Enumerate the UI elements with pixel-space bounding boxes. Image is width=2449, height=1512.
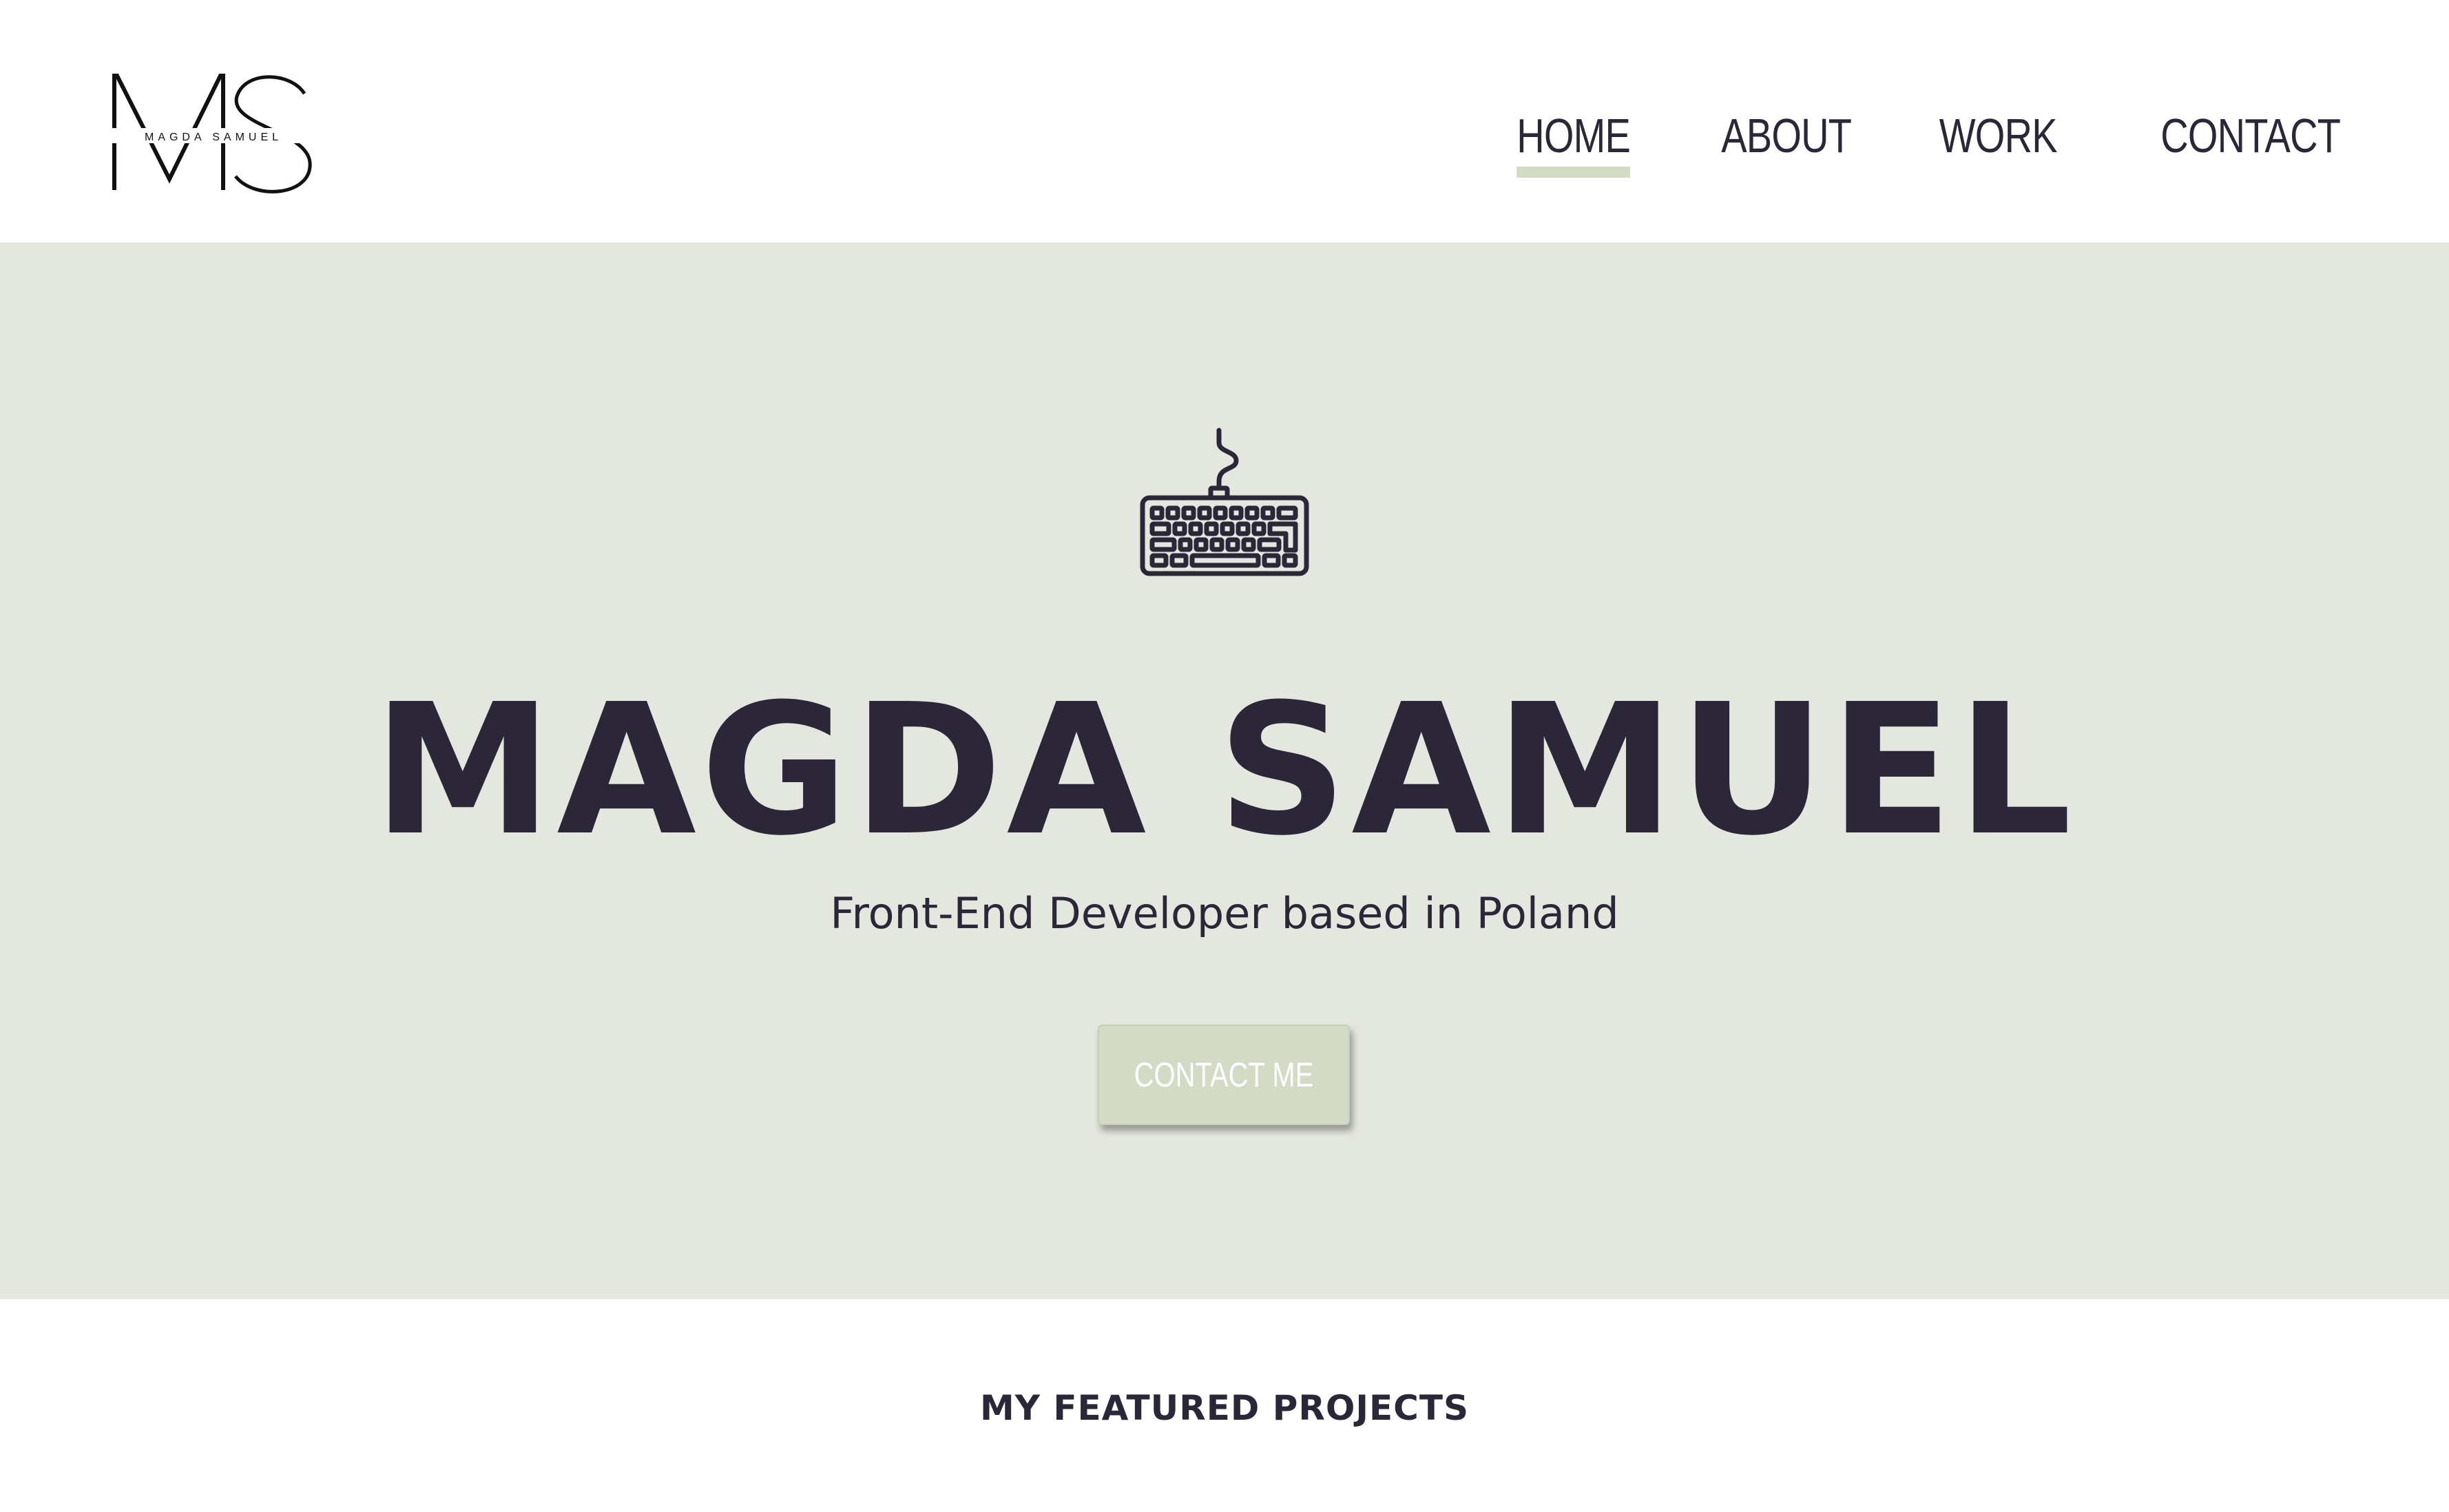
nav-home[interactable]: HOME <box>1517 103 1631 178</box>
logo-name: MAGDA SAMUEL <box>145 132 282 143</box>
hero-title: MAGDA SAMUEL <box>373 665 2076 875</box>
nav-work[interactable]: WORK <box>1939 103 2058 168</box>
contact-me-button[interactable]: CONTACT ME <box>1098 1025 1350 1125</box>
nav-about[interactable]: ABOUT <box>1721 103 1852 168</box>
main-nav: HOME ABOUT WORK CONTACT <box>1488 103 2341 178</box>
nav-contact[interactable]: CONTACT <box>2160 103 2341 168</box>
ms-monogram-logo: MAGDA SAMUEL <box>110 74 317 193</box>
featured-projects-heading: MY FEATURED PROJECTS <box>980 1388 1469 1428</box>
keyboard-icon <box>1140 426 1309 578</box>
hero-section: MAGDA SAMUEL Front-End Developer based i… <box>0 242 2449 1299</box>
contact-me-label: CONTACT ME <box>1134 1056 1314 1094</box>
hero-subtitle: Front-End Developer based in Poland <box>830 888 1619 938</box>
featured-projects-section: MY FEATURED PROJECTS <box>0 1299 2449 1512</box>
site-header: MAGDA SAMUEL HOME ABOUT WORK CONTACT <box>0 0 2449 242</box>
site-logo[interactable]: MAGDA SAMUEL <box>110 66 317 201</box>
